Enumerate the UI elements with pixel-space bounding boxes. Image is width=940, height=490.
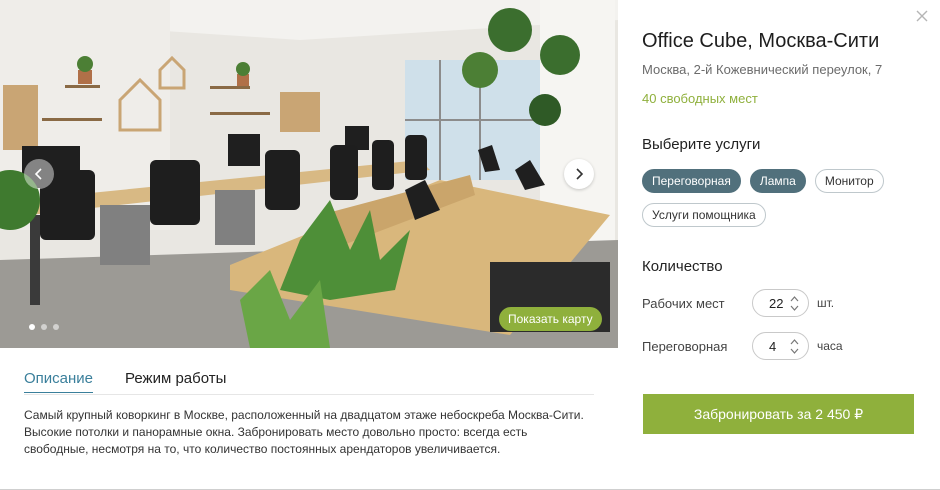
venue-address: Москва, 2-й Кожевнический переулок, 7 (642, 62, 883, 77)
close-button[interactable] (915, 9, 929, 23)
info-tabs: Описание Режим работы (24, 370, 226, 393)
free-places: 40 свободных мест (642, 91, 758, 106)
prev-photo-button[interactable] (24, 159, 54, 189)
gallery-pagination (29, 324, 59, 330)
services-heading: Выберите услуги (642, 136, 761, 153)
venue-title: Office Cube, Москва-Сити (642, 30, 880, 52)
quantity-heading: Количество (642, 258, 723, 275)
photo-gallery[interactable]: Показать карту (0, 0, 618, 348)
office-photo (0, 0, 618, 348)
quantity-label: Переговорная (642, 338, 728, 354)
services-list: Переговорная Лампа Монитор Услуги помощн… (642, 169, 912, 227)
service-chip-monitor[interactable]: Монитор (814, 169, 884, 193)
booking-modal: Показать карту Описание Режим работы Сам… (0, 0, 940, 490)
show-map-button[interactable]: Показать карту (499, 307, 602, 331)
book-button[interactable]: Забронировать за 2 450 ₽ (643, 394, 914, 434)
quantity-row-workplaces: Рабочих мест 22 шт. (642, 289, 834, 317)
tab-working-hours[interactable]: Режим работы (125, 370, 226, 393)
tab-description[interactable]: Описание (24, 370, 94, 393)
pagination-dot[interactable] (29, 324, 35, 330)
stepper-arrows-icon[interactable] (790, 295, 799, 312)
close-icon (916, 10, 928, 22)
service-chip-lamp[interactable]: Лампа (749, 169, 806, 193)
quantity-label: Рабочих мест (642, 295, 725, 311)
chevron-left-icon (34, 168, 42, 180)
service-chip-meeting-room[interactable]: Переговорная (642, 169, 741, 193)
pagination-dot[interactable] (53, 324, 59, 330)
quantity-unit: шт. (817, 296, 835, 310)
pagination-dot[interactable] (41, 324, 47, 330)
service-chip-assistant[interactable]: Услуги помощника (642, 203, 766, 227)
next-photo-button[interactable] (564, 159, 594, 189)
stepper-value[interactable]: 22 (769, 296, 783, 311)
quantity-unit: часа (817, 339, 843, 353)
chevron-right-icon (576, 168, 584, 180)
venue-description: Самый крупный коворкинг в Москве, распол… (24, 408, 584, 456)
workplaces-stepper[interactable]: 22 (752, 289, 809, 317)
stepper-arrows-icon[interactable] (790, 338, 799, 355)
stepper-value[interactable]: 4 (769, 339, 776, 354)
quantity-row-meeting-room: Переговорная 4 часа (642, 332, 843, 360)
meeting-room-stepper[interactable]: 4 (752, 332, 809, 360)
tabs-divider (24, 394, 594, 395)
